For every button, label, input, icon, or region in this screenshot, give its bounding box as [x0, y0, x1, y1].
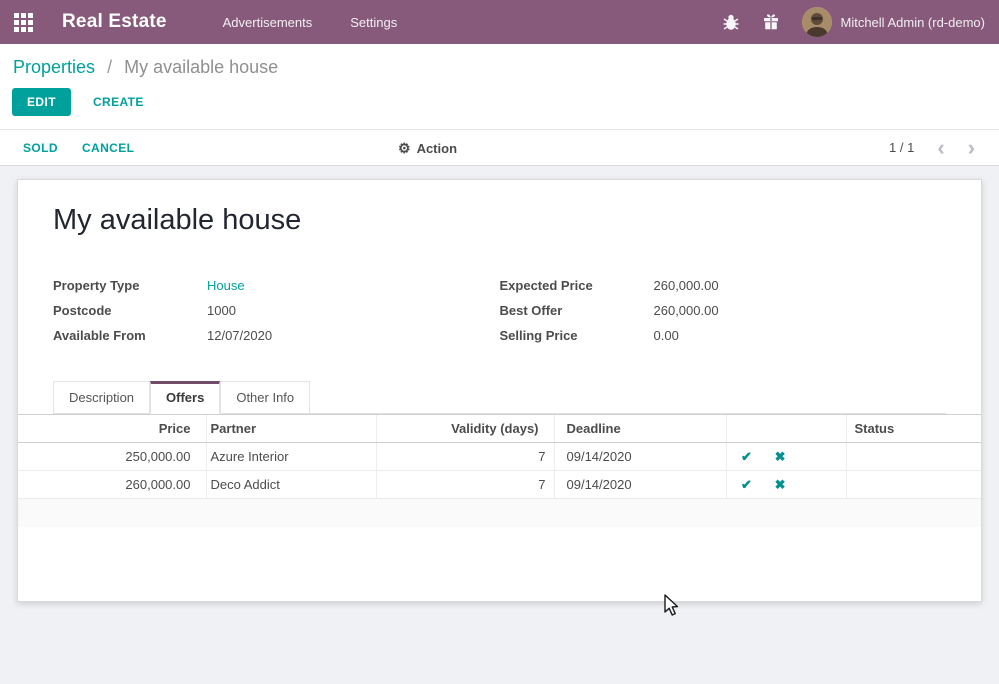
property-type-label: Property Type — [53, 278, 207, 293]
offer-status — [846, 471, 981, 499]
breadcrumb-current: My available house — [124, 57, 278, 77]
form-sheet: My available house Property Type House P… — [17, 179, 982, 602]
tab-offers[interactable]: Offers — [150, 381, 220, 414]
offers-table: Price Partner Validity (days) Deadline S… — [18, 414, 981, 555]
breadcrumb-properties[interactable]: Properties — [13, 57, 95, 77]
postcode-value: 1000 — [207, 303, 236, 318]
available-from-label: Available From — [53, 328, 207, 343]
field-best-offer: Best Offer 260,000.00 — [500, 298, 947, 323]
field-selling-price: Selling Price 0.00 — [500, 323, 947, 348]
offer-validity: 7 — [376, 471, 554, 499]
selling-price-label: Selling Price — [500, 328, 654, 343]
control-panel: Properties / My available house EDIT CRE… — [0, 44, 999, 130]
field-expected-price: Expected Price 260,000.00 — [500, 273, 947, 298]
right-field-column: Expected Price 260,000.00 Best Offer 260… — [500, 273, 947, 348]
tab-other-info[interactable]: Other Info — [220, 381, 310, 414]
offer-price: 260,000.00 — [18, 471, 206, 499]
selling-price-value: 0.00 — [654, 328, 679, 343]
offer-price: 250,000.00 — [18, 443, 206, 471]
field-property-type: Property Type House — [53, 273, 500, 298]
offer-status — [846, 443, 981, 471]
pager-counter: 1 / 1 — [889, 140, 914, 155]
pager: 1 / 1 ‹ › — [889, 140, 975, 155]
avatar-image — [802, 7, 832, 37]
property-type-value[interactable]: House — [207, 278, 245, 293]
left-field-column: Property Type House Postcode 1000 Availa… — [53, 273, 500, 348]
breadcrumb-separator: / — [107, 57, 112, 77]
expected-price-value: 260,000.00 — [654, 278, 719, 293]
offer-row-azure-interior[interactable]: 250,000.00 Azure Interior 7 09/14/2020 ✔… — [18, 443, 981, 471]
field-available-from: Available From 12/07/2020 — [53, 323, 500, 348]
column-header-status[interactable]: Status — [846, 415, 981, 443]
available-from-value: 12/07/2020 — [207, 328, 272, 343]
offer-validity: 7 — [376, 443, 554, 471]
form-view: My available house Property Type House P… — [0, 166, 999, 602]
empty-row — [18, 499, 981, 527]
menu-advertisements[interactable]: Advertisements — [223, 15, 313, 30]
debug-bug-icon[interactable] — [722, 13, 740, 31]
property-title: My available house — [53, 204, 946, 237]
refuse-offer-icon[interactable]: ✖ — [772, 449, 788, 465]
tab-description[interactable]: Description — [53, 381, 150, 414]
offer-actions: ✔ ✖ — [726, 443, 846, 471]
breadcrumb: Properties / My available house — [0, 44, 999, 78]
best-offer-value: 260,000.00 — [654, 303, 719, 318]
offer-deadline: 09/14/2020 — [554, 443, 726, 471]
navbar-right: Mitchell Admin (rd-demo) — [700, 7, 986, 37]
offers-table-header: Price Partner Validity (days) Deadline S… — [18, 415, 981, 443]
action-label: Action — [417, 141, 457, 156]
user-menu[interactable]: Mitchell Admin (rd-demo) — [841, 15, 986, 30]
apps-grid-icon[interactable] — [12, 11, 34, 33]
column-header-validity[interactable]: Validity (days) — [376, 415, 554, 443]
offer-partner: Azure Interior — [206, 443, 376, 471]
gift-icon[interactable] — [762, 13, 780, 31]
column-header-price[interactable]: Price — [18, 415, 206, 443]
expected-price-label: Expected Price — [500, 278, 654, 293]
column-header-actions — [726, 415, 846, 443]
gear-icon: ⚙ — [398, 140, 411, 157]
field-groups: Property Type House Postcode 1000 Availa… — [53, 273, 946, 348]
app-title: Real Estate — [62, 11, 167, 33]
postcode-label: Postcode — [53, 303, 207, 318]
form-statusbar: SOLD CANCEL — [0, 130, 999, 166]
column-header-deadline[interactable]: Deadline — [554, 415, 726, 443]
best-offer-label: Best Offer — [500, 303, 654, 318]
create-button[interactable]: CREATE — [87, 88, 150, 116]
cancel-button[interactable]: CANCEL — [82, 137, 134, 159]
edit-button[interactable]: EDIT — [12, 88, 71, 116]
offer-row-deco-addict[interactable]: 260,000.00 Deco Addict 7 09/14/2020 ✔ ✖ — [18, 471, 981, 499]
top-navbar: Real Estate Advertisements Settings — [0, 0, 999, 44]
offer-actions: ✔ ✖ — [726, 471, 846, 499]
accept-offer-icon[interactable]: ✔ — [739, 449, 755, 465]
field-postcode: Postcode 1000 — [53, 298, 500, 323]
menu-settings[interactable]: Settings — [350, 15, 397, 30]
pager-previous-icon[interactable]: ‹ — [937, 141, 944, 155]
notebook-tabs: Description Offers Other Info — [53, 381, 946, 414]
accept-offer-icon[interactable]: ✔ — [739, 477, 755, 493]
user-avatar[interactable] — [802, 7, 832, 37]
offer-deadline: 09/14/2020 — [554, 471, 726, 499]
offer-partner: Deco Addict — [206, 471, 376, 499]
control-panel-buttons: EDIT CREATE — [0, 78, 999, 116]
nav-menus: Advertisements Settings — [223, 15, 398, 30]
sold-button[interactable]: SOLD — [23, 137, 58, 159]
pager-next-icon[interactable]: › — [968, 141, 975, 155]
empty-row — [18, 527, 981, 555]
apps-grid-glyph — [14, 13, 33, 32]
action-menu-button[interactable]: ⚙ Action — [398, 140, 457, 157]
column-header-partner[interactable]: Partner — [206, 415, 376, 443]
refuse-offer-icon[interactable]: ✖ — [772, 477, 788, 493]
